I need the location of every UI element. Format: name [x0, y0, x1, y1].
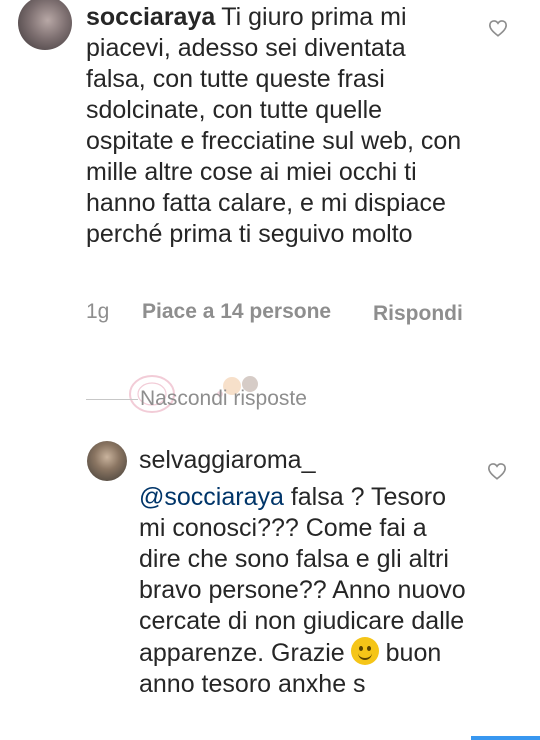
smiling-face-emoji-icon	[350, 637, 379, 665]
comment-username[interactable]: selvaggiaroma_	[139, 446, 316, 475]
comment-username[interactable]: socciaraya	[86, 3, 215, 31]
comment-body: @socciaraya falsa ? Tesoro mi conosci???…	[139, 482, 469, 700]
reply-button[interactable]: Rispondi	[373, 300, 463, 328]
avatar[interactable]	[18, 0, 72, 50]
heart-outline-icon[interactable]	[488, 19, 508, 37]
mention-link[interactable]: @socciaraya	[139, 483, 284, 511]
divider	[86, 399, 138, 400]
hide-replies-label[interactable]: Nascondi risposte	[140, 387, 307, 411]
comment-text: Ti giuro prima mi piacevi, adesso sei di…	[86, 3, 462, 248]
avatar[interactable]	[87, 441, 127, 481]
comment-body: socciaraya Ti giuro prima mi piacevi, ade…	[86, 2, 462, 250]
comment-likes-link[interactable]: Piace a 14 persone	[142, 300, 331, 324]
comment-age: 1g	[86, 300, 110, 323]
heart-outline-icon[interactable]	[487, 462, 507, 480]
scroll-indicator	[471, 736, 540, 740]
